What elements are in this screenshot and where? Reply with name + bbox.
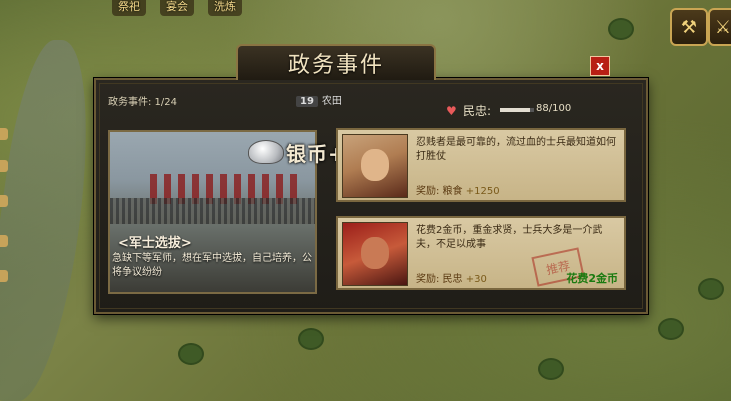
tree-decoration (660, 320, 682, 338)
event-name: <军士选拔> (118, 236, 192, 251)
side-marker[interactable] (0, 195, 8, 207)
badge-number: 19 (296, 96, 318, 107)
dialog-title-plate: 政务事件 (236, 44, 436, 80)
tree-decoration (700, 280, 722, 298)
tree-decoration (610, 20, 632, 38)
silver-ingot-icon (248, 140, 284, 164)
loyalty-label: 民忠: (463, 104, 492, 118)
loyalty-value: 88/100 (536, 103, 572, 114)
tree-decoration (180, 345, 202, 363)
river-terrain (0, 40, 106, 401)
badge-text: 农田 (321, 96, 342, 107)
event-counter: 政务事件: 1/24 (108, 97, 178, 108)
option-reward: 奖励: 粮食 +1250 (416, 182, 500, 197)
general-portrait (342, 222, 408, 286)
dialog-title: 政务事件 (287, 53, 384, 78)
option-text: 忍贱者是最可靠的，流过血的士兵最知道如何打胜仗 (416, 137, 616, 162)
event-description: 急缺下等军师，想在军中选拔，自己培养，公将争议纷纷 (112, 253, 312, 278)
location-badge: 19 农田 (296, 92, 342, 107)
close-button[interactable]: x (590, 56, 610, 76)
top-button-banquet[interactable]: 宴会 (160, 0, 194, 16)
reward-label: 奖励: 粮食 (416, 186, 463, 197)
choice-option-1[interactable]: 忍贱者是最可靠的，流过血的士兵最知道如何打胜仗 奖励: 粮食 +1250 (336, 128, 626, 202)
side-marker[interactable] (0, 128, 8, 140)
loyalty-bar (500, 108, 534, 112)
reward-label: 奖励: 民忠 (416, 274, 463, 285)
sword-icon[interactable]: ⚔ (708, 8, 731, 46)
option-reward: 奖励: 民忠 +30 (416, 270, 487, 285)
tree-decoration (300, 330, 322, 348)
troops-decoration (110, 198, 315, 224)
top-button-refine[interactable]: 洗炼 (208, 0, 242, 16)
general-portrait (342, 134, 408, 198)
side-marker[interactable] (0, 270, 8, 282)
option-cost: 花费2金币 (566, 272, 618, 285)
hammer-icon[interactable]: ⚒ (670, 8, 708, 46)
option-text: 花费2金币，重金求贤，士兵大多是一介武夫，不足以成事 (416, 225, 603, 250)
reward-value: +1250 (465, 186, 500, 197)
tree-decoration (540, 360, 562, 378)
reward-value: +30 (465, 274, 487, 285)
top-button-sacrifice[interactable]: 祭祀 (112, 0, 146, 16)
choice-option-2[interactable]: 花费2金币，重金求贤，士兵大多是一介武夫，不足以成事 推荐 奖励: 民忠 +30… (336, 216, 626, 290)
side-marker[interactable] (0, 235, 8, 247)
side-marker[interactable] (0, 160, 8, 172)
heart-icon: ♥ (446, 104, 457, 118)
